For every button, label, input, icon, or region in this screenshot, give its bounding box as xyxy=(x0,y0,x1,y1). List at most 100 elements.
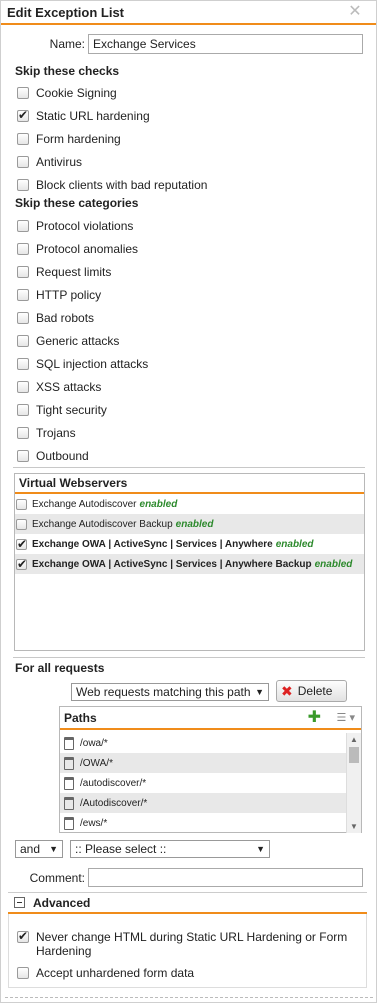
trash-icon[interactable] xyxy=(64,736,74,750)
condition-select[interactable]: :: Please select :: ▼ xyxy=(70,840,270,858)
checkbox-form-hardening[interactable]: Form hardening xyxy=(17,130,121,148)
checkbox[interactable] xyxy=(16,537,27,551)
webserver-row[interactable]: Exchange Autodiscover Backup enabled xyxy=(15,514,364,534)
checkbox-accept-unhardened[interactable]: Accept unhardened form data xyxy=(17,964,194,982)
path-row: /ews/* xyxy=(60,813,346,833)
for-all-requests-heading: For all requests xyxy=(15,661,105,675)
checkbox[interactable] xyxy=(17,243,29,255)
virtual-webservers-heading: Virtual Webservers xyxy=(15,474,364,494)
checkbox[interactable] xyxy=(17,358,29,370)
checkbox-outbound[interactable]: Outbound xyxy=(17,447,89,465)
dialog-titlebar: Edit Exception List ✕ xyxy=(1,1,376,25)
webserver-row[interactable]: Exchange OWA | ActiveSync | Services | A… xyxy=(15,534,364,554)
scroll-up-icon[interactable]: ▲ xyxy=(347,735,361,744)
delete-button[interactable]: ✖ Delete xyxy=(276,680,347,702)
checkbox[interactable] xyxy=(17,381,29,393)
trash-icon[interactable] xyxy=(64,816,74,830)
webserver-row[interactable]: Exchange OWA | ActiveSync | Services | A… xyxy=(15,554,364,574)
webserver-name: Exchange Autodiscover Backup xyxy=(32,518,173,530)
checkbox-never-change-html[interactable]: Never change HTML during Static URL Hard… xyxy=(17,929,357,960)
checkbox-sql-injection[interactable]: SQL injection attacks xyxy=(17,355,148,373)
checkbox[interactable] xyxy=(16,498,27,510)
checkbox[interactable] xyxy=(17,967,29,979)
checkbox-xss-attacks[interactable]: XSS attacks xyxy=(17,378,101,396)
checkbox-generic-attacks[interactable]: Generic attacks xyxy=(17,332,119,350)
checkbox-label: Antivirus xyxy=(36,155,83,169)
status-enabled: enabled xyxy=(175,518,214,530)
webserver-name: Exchange Autodiscover xyxy=(32,498,137,510)
scroll-thumb[interactable] xyxy=(349,747,359,763)
checkbox[interactable] xyxy=(16,557,27,571)
paths-scrollbar[interactable]: ▲ ▼ xyxy=(346,733,361,833)
match-type-select[interactable]: Web requests matching this path ▼ xyxy=(71,683,269,701)
select-value: :: Please select :: xyxy=(75,842,167,856)
bottom-divider xyxy=(5,997,373,998)
path-value: /Autodiscover/* xyxy=(80,797,148,809)
checkbox-cookie-signing[interactable]: Cookie Signing xyxy=(17,84,117,102)
checkbox[interactable] xyxy=(17,108,29,122)
checkbox-label: Accept unhardened form data xyxy=(36,966,195,980)
advanced-section-header[interactable]: Advanced xyxy=(8,892,367,914)
checkbox[interactable] xyxy=(17,427,29,439)
dropdown-arrow-icon: ▼ xyxy=(256,844,265,854)
path-row: /owa/* xyxy=(60,733,346,753)
checkbox-label: Protocol anomalies xyxy=(36,242,139,256)
checkbox-label: Protocol violations xyxy=(36,219,134,233)
name-label: Name: xyxy=(49,37,85,51)
divider xyxy=(13,657,365,658)
name-input[interactable] xyxy=(88,34,363,54)
checkbox-label: Form hardening xyxy=(36,132,121,146)
list-options-icon[interactable]: ☰ ▾ xyxy=(337,707,355,729)
checkbox-request-limits[interactable]: Request limits xyxy=(17,263,111,281)
dialog-title: Edit Exception List xyxy=(7,4,125,20)
checkbox[interactable] xyxy=(17,133,29,145)
and-select[interactable]: and ▼ xyxy=(15,840,63,858)
comment-input[interactable] xyxy=(88,868,363,887)
checkbox[interactable] xyxy=(17,312,29,324)
checkbox[interactable] xyxy=(17,179,29,191)
checkbox-bad-robots[interactable]: Bad robots xyxy=(17,309,94,327)
checkbox[interactable] xyxy=(16,518,27,530)
checkbox[interactable] xyxy=(17,87,29,99)
skip-checks-heading: Skip these checks xyxy=(15,64,120,78)
path-value: /owa/* xyxy=(80,737,108,749)
checkbox-label: XSS attacks xyxy=(36,380,102,394)
virtual-webservers-panel: Virtual Webservers Exchange Autodiscover… xyxy=(14,473,365,651)
checkbox[interactable] xyxy=(17,220,29,232)
checkbox[interactable] xyxy=(17,335,29,347)
checkbox-trojans[interactable]: Trojans xyxy=(17,424,76,442)
checkbox-label: Request limits xyxy=(36,265,112,279)
checkbox-tight-security[interactable]: Tight security xyxy=(17,401,107,419)
checkbox[interactable] xyxy=(17,404,29,416)
paths-panel: Paths ✚ ☰ ▾ /owa/* /OWA/* /autodiscover/… xyxy=(59,706,362,833)
checkbox-label: Static URL hardening xyxy=(36,109,150,123)
checkbox-bad-reputation[interactable]: Block clients with bad reputation xyxy=(17,176,207,194)
checkbox-label: Block clients with bad reputation xyxy=(36,178,208,192)
checkbox-protocol-anomalies[interactable]: Protocol anomalies xyxy=(17,240,138,258)
checkbox[interactable] xyxy=(17,450,29,462)
dropdown-arrow-icon: ▼ xyxy=(255,687,264,697)
checkbox-antivirus[interactable]: Antivirus xyxy=(17,153,82,171)
collapse-icon[interactable] xyxy=(14,897,25,908)
select-value: and xyxy=(20,842,41,856)
checkbox[interactable] xyxy=(17,156,29,168)
scroll-down-icon[interactable]: ▼ xyxy=(347,822,361,831)
webserver-row[interactable]: Exchange Autodiscover enabled xyxy=(15,494,364,514)
close-icon[interactable]: ✕ xyxy=(348,3,362,21)
dropdown-arrow-icon: ▼ xyxy=(49,844,58,854)
checkbox-label: Never change HTML during Static URL Hard… xyxy=(36,930,348,958)
status-enabled: enabled xyxy=(275,538,314,550)
trash-icon[interactable] xyxy=(64,796,74,810)
trash-icon[interactable] xyxy=(64,776,74,790)
checkbox[interactable] xyxy=(17,266,29,278)
select-value: Web requests matching this path xyxy=(76,685,251,699)
checkbox-static-url-hardening[interactable]: Static URL hardening xyxy=(17,107,150,125)
checkbox-http-policy[interactable]: HTTP policy xyxy=(17,286,101,304)
checkbox[interactable] xyxy=(17,929,29,943)
checkbox[interactable] xyxy=(17,289,29,301)
checkbox-protocol-violations[interactable]: Protocol violations xyxy=(17,217,133,235)
add-icon[interactable]: ✚ xyxy=(308,707,321,729)
trash-icon[interactable] xyxy=(64,756,74,770)
path-value: /ews/* xyxy=(80,817,108,829)
skip-categories-heading: Skip these categories xyxy=(15,196,139,210)
